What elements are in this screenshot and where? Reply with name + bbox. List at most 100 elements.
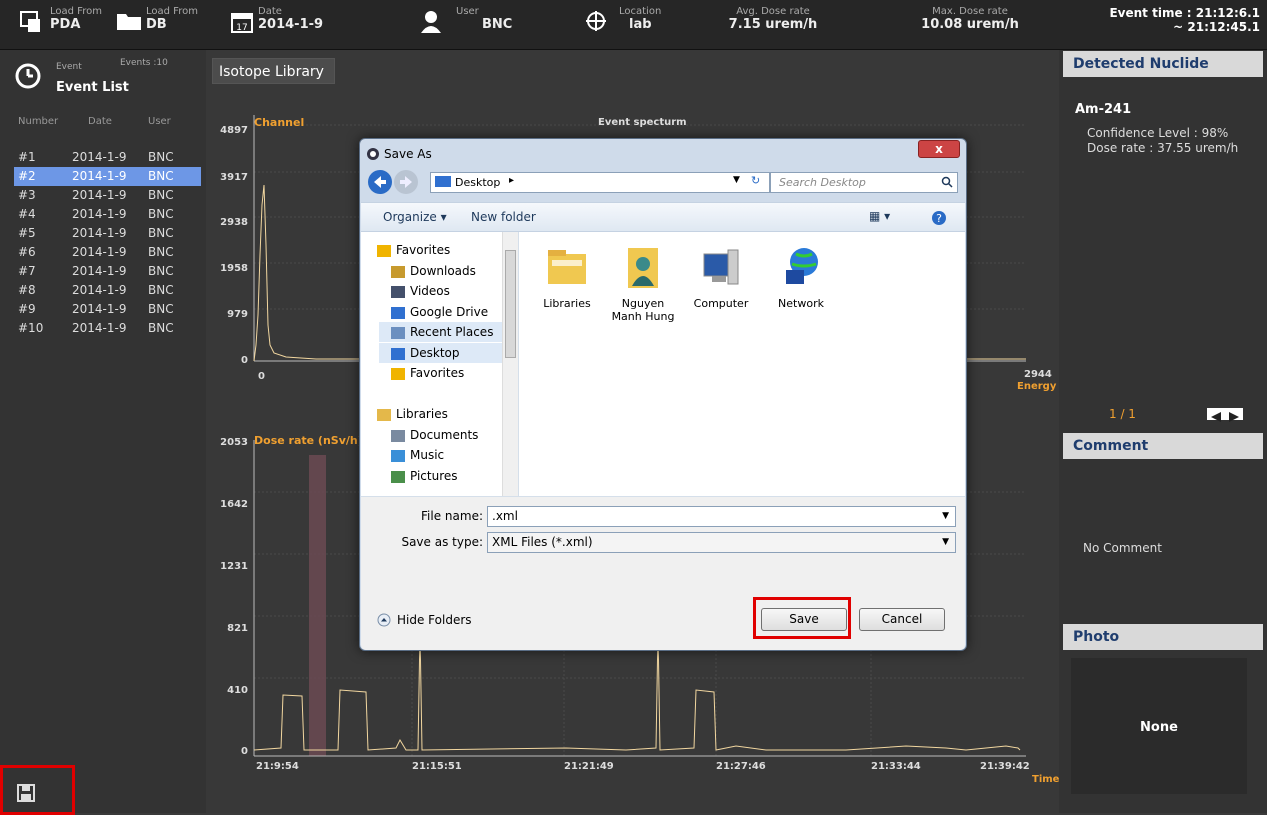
nav-item[interactable]: Pictures xyxy=(379,466,503,486)
nav-item[interactable]: Documents xyxy=(379,425,503,445)
comment-text: No Comment xyxy=(1083,541,1162,555)
nav-item-icon xyxy=(391,449,405,462)
back-button[interactable] xyxy=(368,170,392,194)
avg-dose-value: 7.15 urem/h xyxy=(728,17,818,32)
search-placeholder: Search Desktop xyxy=(779,176,866,189)
address-dropdown-icon[interactable]: ▼ xyxy=(733,175,740,185)
events-count: Events :10 xyxy=(120,58,168,68)
new-folder-button[interactable]: New folder xyxy=(471,210,536,224)
address-bar: Desktop ▸ ▼ ↻ Search Desktop xyxy=(368,169,958,195)
max-dose-small: Max. Dose rate xyxy=(932,6,1008,17)
event-row-user: BNC xyxy=(148,169,174,183)
file-item-label: Network xyxy=(778,297,824,310)
isotope-library-button[interactable]: Isotope Library xyxy=(212,58,335,84)
close-button[interactable]: x xyxy=(918,140,960,158)
save-type-select[interactable]: XML Files (*.xml) ▼ xyxy=(487,532,956,553)
top-bar: Load From PDA Load From DB 17 Date 2014-… xyxy=(0,0,1267,50)
event-row-date: 2014-1-9 xyxy=(72,169,127,183)
spectrum-ytick: 979 xyxy=(227,309,248,320)
col-user: User xyxy=(148,116,171,127)
nav-item[interactable]: Favorites xyxy=(365,240,503,260)
pda-icon xyxy=(20,11,40,32)
user-field: User BNC xyxy=(420,6,530,46)
dose-ytick: 0 xyxy=(241,746,248,757)
user-small: User xyxy=(456,6,479,17)
save-icon-highlight xyxy=(0,765,75,815)
dose-ytick: 1231 xyxy=(220,561,248,572)
event-row[interactable]: #7 2014-1-9 BNC xyxy=(14,262,201,281)
spectrum-ylabel: Channel xyxy=(254,116,305,129)
confidence-level: Confidence Level : 98% xyxy=(1087,126,1229,140)
location-value: lab xyxy=(629,17,652,32)
file-item[interactable]: Network xyxy=(763,244,839,310)
event-row-num: #7 xyxy=(18,264,36,278)
refresh-icon[interactable]: ↻ xyxy=(751,174,760,187)
page-nav-arrows[interactable] xyxy=(1207,408,1243,422)
view-options-icon[interactable]: ▦ ▾ xyxy=(869,209,890,223)
event-row[interactable]: #2 2014-1-9 BNC xyxy=(14,167,201,186)
search-input[interactable]: Search Desktop xyxy=(770,172,958,193)
event-row[interactable]: #8 2014-1-9 BNC xyxy=(14,281,201,300)
file-item[interactable]: Libraries xyxy=(529,244,605,310)
organize-menu[interactable]: Organize ▾ xyxy=(383,210,447,224)
nav-item-icon xyxy=(391,429,405,442)
nav-item[interactable]: Libraries xyxy=(365,404,503,424)
event-row[interactable]: #1 2014-1-9 BNC xyxy=(14,148,201,167)
file-item[interactable]: Computer xyxy=(683,244,759,310)
file-name-input[interactable]: .xml ▼ xyxy=(487,506,956,527)
nav-item[interactable]: Google Drive xyxy=(379,302,503,322)
hide-folders-label: Hide Folders xyxy=(397,613,472,627)
nuclide-page: 1 / 1 xyxy=(1109,407,1136,421)
nav-item-label: Libraries xyxy=(396,407,448,421)
event-row[interactable]: #5 2014-1-9 BNC xyxy=(14,224,201,243)
nav-item-icon xyxy=(391,367,405,380)
nav-item[interactable]: Videos xyxy=(379,281,503,301)
nav-item-label: Google Drive xyxy=(410,305,489,319)
file-name-value: .xml xyxy=(492,509,518,523)
user-value: BNC xyxy=(482,17,513,32)
event-row[interactable]: #3 2014-1-9 BNC xyxy=(14,186,201,205)
dialog-toolbar: Organize ▾ New folder ▦ ▾ ? xyxy=(361,202,965,232)
nav-item[interactable]: Recent Places xyxy=(379,322,503,342)
file-pane: Libraries Nguyen Manh Hung Computer Network xyxy=(519,232,965,496)
event-row[interactable]: #9 2014-1-9 BNC xyxy=(14,300,201,319)
spectrum-xlabel: Energy xyxy=(1017,381,1057,392)
load-from-db-button[interactable]: Load From DB xyxy=(116,6,206,46)
breadcrumb-arrow-icon[interactable]: ▸ xyxy=(509,175,514,186)
comment-header: Comment xyxy=(1063,433,1263,459)
event-row[interactable]: #4 2014-1-9 BNC xyxy=(14,205,201,224)
address-input[interactable]: Desktop ▸ ▼ ↻ xyxy=(430,172,770,193)
photo-header: Photo xyxy=(1063,624,1263,650)
spectrum-title: Event specturm xyxy=(598,117,687,128)
dose-xlabel: Time xyxy=(1032,774,1060,785)
nav-scroll-thumb[interactable] xyxy=(505,250,516,358)
file-name-dropdown-icon[interactable]: ▼ xyxy=(942,507,949,526)
user-folder-icon xyxy=(605,244,681,293)
avg-dose-field: Avg. Dose rate 7.15 urem/h xyxy=(718,6,828,46)
avg-dose-small: Avg. Dose rate xyxy=(736,6,810,17)
nav-item-icon xyxy=(391,470,405,483)
event-row-user: BNC xyxy=(148,283,174,297)
load-from-pda-button[interactable]: Load From PDA xyxy=(20,6,110,46)
nav-item[interactable]: Downloads xyxy=(379,261,503,281)
nav-item[interactable]: Desktop xyxy=(379,343,503,363)
file-item[interactable]: Nguyen Manh Hung xyxy=(605,244,681,323)
cancel-button[interactable]: Cancel xyxy=(859,608,945,631)
date-small: Date xyxy=(258,6,282,17)
forward-button[interactable] xyxy=(394,170,418,194)
load-pda-small: Load From xyxy=(50,6,102,17)
nav-scrollbar[interactable] xyxy=(502,232,518,496)
event-row[interactable]: #10 2014-1-9 BNC xyxy=(14,319,201,338)
event-row[interactable]: #6 2014-1-9 BNC xyxy=(14,243,201,262)
dose-xtick: 21:33:44 xyxy=(871,761,921,772)
nav-item[interactable]: Music xyxy=(379,445,503,465)
nav-item[interactable]: Favorites xyxy=(379,363,503,383)
nav-item-icon xyxy=(391,306,405,319)
event-time: Event time : 21:12:6.1 ~ 21:12:45.1 xyxy=(1068,6,1260,46)
help-icon[interactable]: ? xyxy=(931,210,947,226)
nav-item-label: Documents xyxy=(410,428,479,442)
event-list-header: Event Events :10 Event List xyxy=(0,50,206,110)
dose-xtick: 21:21:49 xyxy=(564,761,614,772)
svg-text:?: ? xyxy=(936,212,942,225)
save-type-dropdown-icon[interactable]: ▼ xyxy=(942,533,949,552)
